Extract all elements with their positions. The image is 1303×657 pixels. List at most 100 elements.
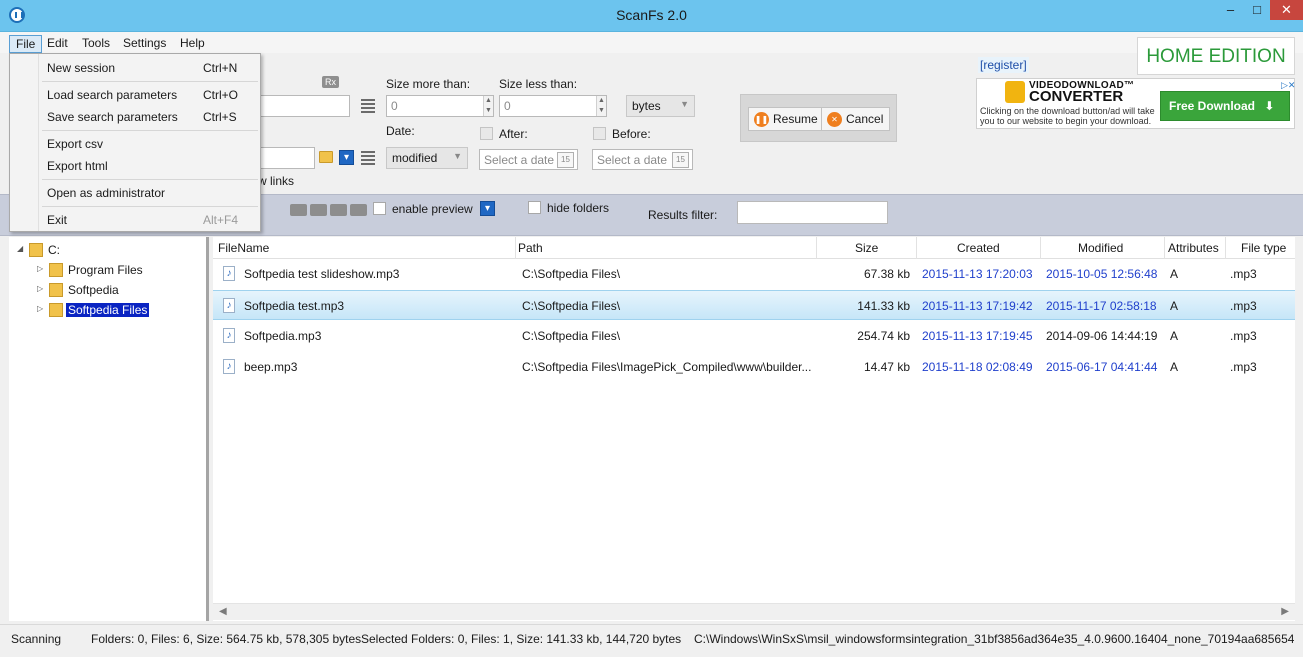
column-divider[interactable]: [1164, 237, 1165, 259]
size-less-label: Size less than:: [499, 77, 578, 91]
filter-icon[interactable]: [350, 204, 367, 216]
minimize-button[interactable]: –: [1217, 0, 1244, 20]
download-arrow-icon: ⬇: [1264, 99, 1275, 113]
size-less-spinner[interactable]: ▲ ▼: [596, 96, 606, 116]
table-row[interactable]: ♪ beep.mp3 C:\Softpedia Files\ImagePick_…: [213, 352, 1295, 382]
audio-file-icon: ♪: [223, 298, 235, 313]
list-icon[interactable]: [361, 99, 375, 113]
folder-icon: [29, 243, 43, 257]
cell-filename: Softpedia test slideshow.mp3: [244, 267, 400, 281]
column-size[interactable]: Size: [855, 241, 878, 255]
menu-item-export-html[interactable]: Export html: [10, 155, 260, 177]
column-modified[interactable]: Modified: [1078, 241, 1123, 255]
resume-label: Resume: [773, 112, 818, 126]
free-download-button[interactable]: Free Download ⬇: [1160, 91, 1290, 121]
cell-filename: Softpedia.mp3: [244, 329, 322, 343]
date-mode-value: modified: [392, 151, 438, 165]
collapse-arrow-icon[interactable]: ◢: [17, 244, 23, 253]
folder-icon: [49, 263, 63, 277]
column-divider[interactable]: [515, 237, 516, 259]
menu-help[interactable]: Help: [174, 35, 211, 53]
menu-separator: [42, 179, 258, 180]
after-date-placeholder: Select a date: [484, 153, 555, 167]
before-date-picker[interactable]: Select a date 15: [592, 149, 693, 170]
regex-icon[interactable]: [290, 204, 307, 216]
before-checkbox[interactable]: [593, 127, 606, 140]
size-unit-select[interactable]: bytes ▼: [626, 95, 695, 117]
totals-summary: Folders: 0, Files: 6, Size: 564.75 kb, 5…: [91, 632, 362, 646]
table-row-selected[interactable]: ♪ Softpedia test.mp3 C:\Softpedia Files\…: [213, 290, 1295, 320]
after-checkbox[interactable]: [480, 127, 493, 140]
menu-item-new-session[interactable]: New session Ctrl+N: [10, 57, 260, 79]
hide-folders-checkbox[interactable]: [528, 201, 541, 214]
column-path[interactable]: Path: [518, 241, 543, 255]
case-icon[interactable]: [310, 204, 327, 216]
word-icon[interactable]: [330, 204, 347, 216]
column-divider[interactable]: [816, 237, 817, 259]
hide-folders-label: hide folders: [547, 201, 610, 215]
maximize-button[interactable]: □: [1244, 0, 1270, 20]
register-link[interactable]: [register]: [978, 57, 1029, 73]
column-created[interactable]: Created: [957, 241, 1000, 255]
size-unit-value: bytes: [632, 99, 661, 113]
size-less-input[interactable]: 0 ▲ ▼: [499, 95, 607, 117]
preview-options-toggle[interactable]: ▾: [480, 201, 495, 216]
after-date-picker[interactable]: Select a date 15: [479, 149, 578, 170]
ad-text: Clicking on the download button/ad will …: [980, 106, 1155, 126]
search-path-input[interactable]: [258, 147, 315, 169]
scroll-left-icon[interactable]: ◀: [219, 606, 227, 617]
audio-file-icon: ♪: [223, 328, 235, 343]
cell-size: 67.38 kb: [863, 267, 910, 281]
expand-arrow-icon[interactable]: ▷: [37, 304, 43, 313]
menu-item-exit[interactable]: Exit Alt+F4: [10, 209, 260, 231]
size-more-value: 0: [391, 99, 398, 113]
menu-item-label: Save search parameters: [47, 110, 178, 124]
size-more-spinner[interactable]: ▲ ▼: [483, 96, 493, 116]
resume-button[interactable]: ❚❚ Resume: [748, 107, 825, 131]
cell-modified: 2015-11-17 02:58:18: [1046, 299, 1157, 313]
tree-node-label: Program Files: [68, 263, 143, 277]
cell-path: C:\Softpedia Files\: [522, 329, 621, 343]
regex-toggle[interactable]: Rx: [322, 76, 339, 88]
expand-arrow-icon[interactable]: ▷: [37, 264, 43, 273]
menu-file[interactable]: File: [9, 35, 43, 53]
column-divider[interactable]: [1225, 237, 1226, 259]
table-row[interactable]: ♪ Softpedia test slideshow.mp3 C:\Softpe…: [213, 259, 1295, 289]
menu-tools[interactable]: Tools: [76, 35, 116, 53]
calendar-icon[interactable]: 15: [557, 152, 574, 168]
menu-edit[interactable]: Edit: [41, 35, 74, 53]
cell-attributes: A: [1170, 299, 1179, 313]
scroll-right-icon[interactable]: ▶: [1281, 606, 1289, 617]
column-file-type[interactable]: File type: [1241, 241, 1286, 255]
date-mode-select[interactable]: modified ▼: [386, 147, 468, 169]
menu-item-open-as-administrator[interactable]: Open as administrator: [10, 182, 260, 204]
folder-icon[interactable]: [319, 151, 333, 163]
date-label: Date:: [386, 124, 415, 138]
ad-close-icon[interactable]: ▷✕: [1281, 80, 1295, 92]
column-filename[interactable]: FileName: [218, 241, 269, 255]
close-button[interactable]: ✕: [1270, 0, 1303, 20]
expand-arrow-icon[interactable]: ▷: [37, 284, 43, 293]
column-divider[interactable]: [916, 237, 917, 259]
free-download-label: Free Download: [1169, 99, 1256, 113]
menu-item-load-search-parameters[interactable]: Load search parameters Ctrl+O: [10, 84, 260, 106]
column-attributes[interactable]: Attributes: [1168, 241, 1219, 255]
table-row[interactable]: ♪ Softpedia.mp3 C:\Softpedia Files\ 254.…: [213, 321, 1295, 351]
dropdown-toggle[interactable]: ▾: [339, 150, 354, 165]
list-icon[interactable]: [361, 151, 375, 165]
menu-settings[interactable]: Settings: [117, 35, 172, 53]
column-divider[interactable]: [1040, 237, 1041, 259]
size-more-input[interactable]: 0 ▲ ▼: [386, 95, 494, 117]
results-filter-input[interactable]: [737, 201, 888, 224]
cancel-button[interactable]: ✕ Cancel: [821, 107, 891, 131]
search-name-input[interactable]: [258, 95, 350, 117]
enable-preview-checkbox[interactable]: [373, 202, 386, 215]
menu-item-save-search-parameters[interactable]: Save search parameters Ctrl+S: [10, 106, 260, 128]
calendar-icon[interactable]: 15: [672, 152, 689, 168]
chevron-down-icon: ▼: [680, 99, 689, 109]
folder-tree: ◢ C: ▷ Program Files ▷ Softpedia ▷ Softp…: [9, 237, 209, 621]
horizontal-scrollbar[interactable]: ◀ ▶: [213, 603, 1295, 620]
download-logo-icon: [1005, 81, 1025, 103]
advertisement[interactable]: VIDEODOWNLOAD™ CONVERTER Clicking on the…: [976, 78, 1295, 129]
menu-item-export-csv[interactable]: Export csv: [10, 133, 260, 155]
